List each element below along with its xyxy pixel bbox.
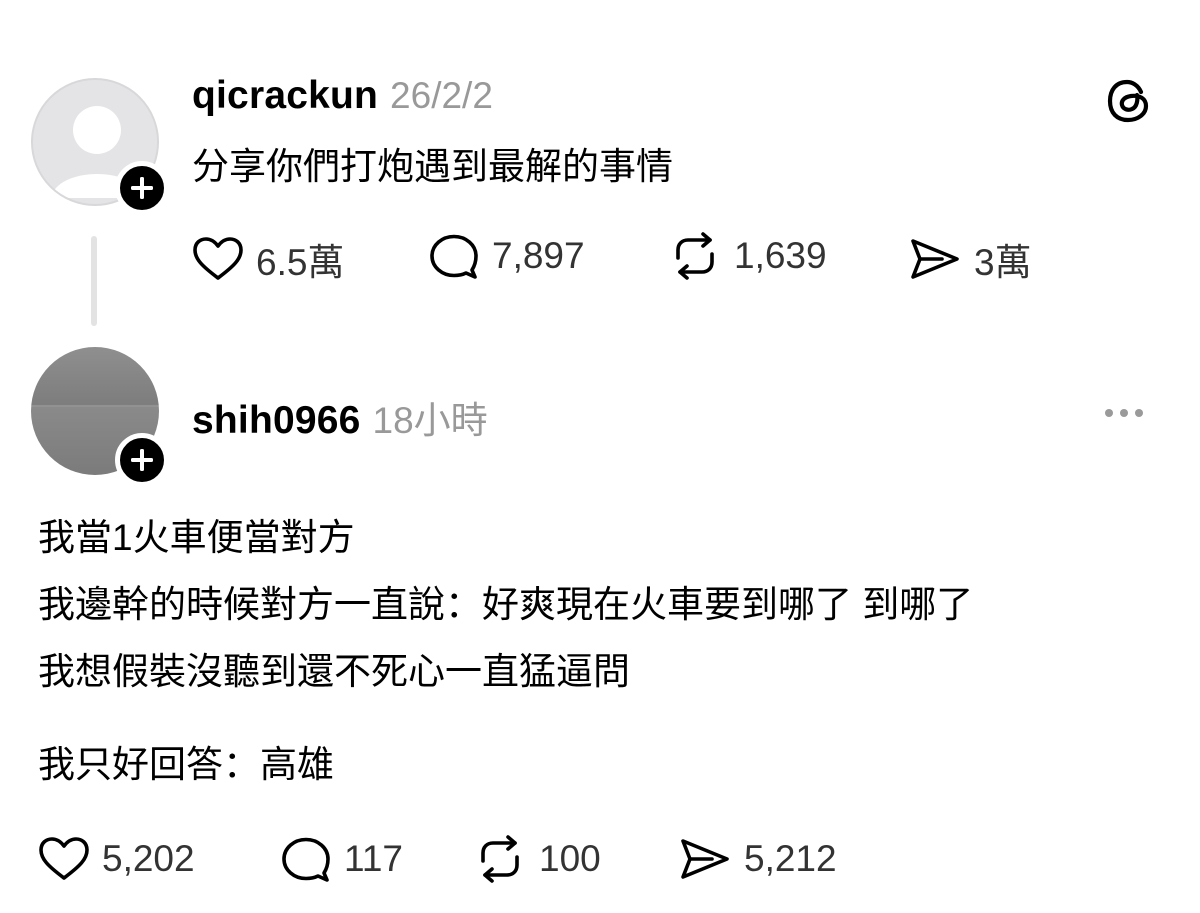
more-horizontal-icon: [1135, 409, 1143, 417]
follow-button[interactable]: [115, 161, 169, 215]
repost-icon: [481, 835, 519, 883]
plus-icon: [131, 177, 153, 199]
username[interactable]: shih0966: [192, 399, 361, 443]
share-send-icon: [911, 239, 959, 279]
share-send-icon: [681, 839, 729, 879]
threads-logo-icon: [1107, 79, 1149, 123]
repost-button[interactable]: 100: [473, 835, 601, 883]
plus-icon: [131, 449, 153, 471]
repost-button[interactable]: 1,639: [668, 232, 827, 280]
post-text-line: 我只好回答：高雄: [38, 744, 334, 785]
repost-count: 1,639: [734, 235, 827, 276]
share-count: 3萬: [974, 242, 1032, 283]
heart-icon: [39, 837, 89, 880]
comment-bubble-icon: [282, 837, 330, 882]
post-2: shih0966 18小時 我當1火車便當對方 我邊幹的時候對方一直說：好爽現在…: [0, 340, 1200, 913]
comment-button[interactable]: 117: [280, 835, 403, 883]
post-text-line: 我邊幹的時候對方一直說：好爽現在火車要到哪了 到哪了: [38, 584, 974, 625]
post-text: 分享你們打炮遇到最解的事情: [192, 146, 673, 187]
repost-count: 100: [539, 838, 601, 879]
comment-button[interactable]: 7,897: [428, 232, 585, 280]
post-header: qicrackun 26/2/2: [192, 74, 493, 118]
like-button[interactable]: 6.5萬: [192, 232, 344, 286]
follow-button[interactable]: [115, 433, 169, 487]
threads-logo-icon[interactable]: [1106, 78, 1152, 129]
like-count: 6.5萬: [256, 242, 345, 283]
post-1: qicrackun 26/2/2 分享你們打炮遇到最解的事情 6.5萬 7,89…: [0, 0, 1200, 340]
more-horizontal-icon: [1120, 409, 1128, 417]
thread-connector-line: [91, 236, 97, 326]
username[interactable]: qicrackun: [192, 74, 378, 118]
post-header: shih0966 18小時: [192, 390, 488, 444]
timestamp: 26/2/2: [390, 75, 493, 116]
heart-icon: [193, 237, 243, 280]
timestamp: 18小時: [372, 400, 488, 441]
post-text-line: 我想假裝沒聽到還不死心一直猛逼問: [38, 651, 630, 692]
post-body: 我當1火車便當對方 我邊幹的時候對方一直說：好爽現在火車要到哪了 到哪了 我想假…: [38, 504, 973, 798]
repost-icon: [676, 232, 714, 280]
like-count: 5,202: [102, 838, 195, 879]
post-text-line: 我當1火車便當對方: [38, 517, 355, 558]
comment-bubble-icon: [430, 234, 478, 279]
more-options-button[interactable]: [1105, 409, 1143, 417]
comment-count: 7,897: [492, 235, 585, 276]
more-horizontal-icon: [1105, 409, 1113, 417]
share-button[interactable]: 3萬: [908, 232, 1032, 286]
share-count: 5,212: [744, 838, 837, 879]
comment-count: 117: [344, 838, 403, 879]
share-button[interactable]: 5,212: [678, 835, 837, 883]
like-button[interactable]: 5,202: [38, 835, 195, 883]
